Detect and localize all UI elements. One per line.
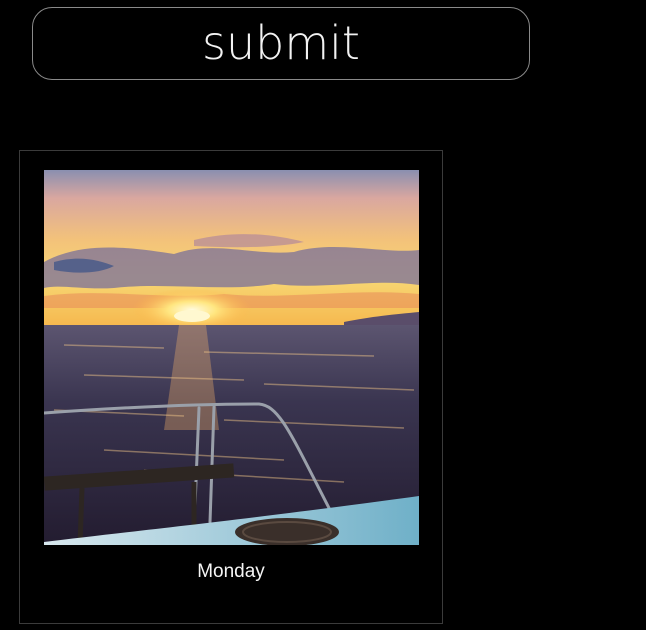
photo-card[interactable]: Monday: [19, 150, 443, 624]
sunset-photo[interactable]: [44, 170, 419, 545]
submit-button[interactable]: submit: [32, 7, 530, 80]
photo-caption: Monday: [197, 561, 265, 582]
